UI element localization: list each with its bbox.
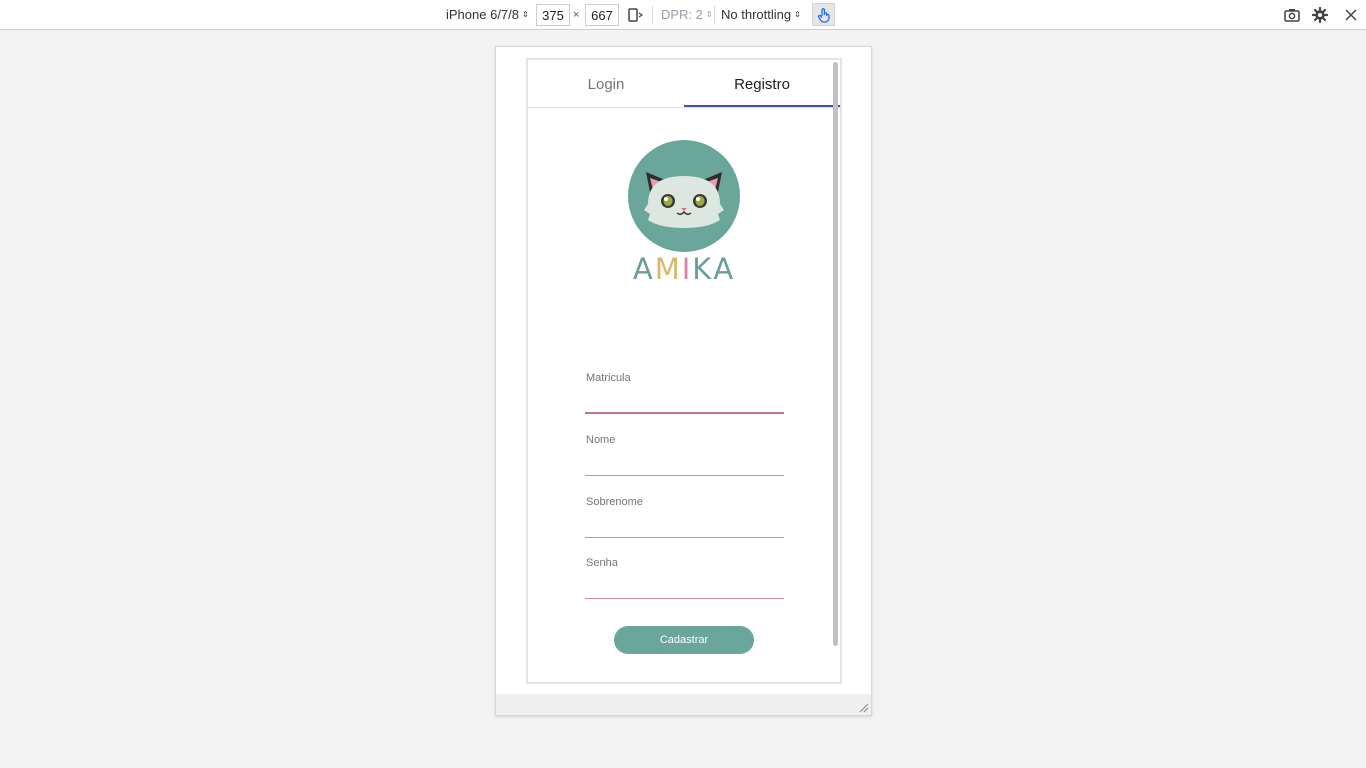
brand-letter: A [632, 252, 655, 286]
chevron-updown-icon: ⇕ [794, 9, 801, 19]
scrollbar[interactable] [833, 62, 838, 646]
tab-login[interactable]: Login [528, 60, 684, 108]
rotate-icon[interactable] [627, 0, 645, 29]
close-icon[interactable] [1341, 5, 1361, 25]
throttling-label: No throttling [721, 7, 792, 22]
throttling-select[interactable]: No throttling ⇕ [721, 0, 801, 29]
resize-handle-icon[interactable] [857, 701, 869, 713]
field-underline [585, 412, 784, 414]
tab-bar: Login Registro [528, 60, 840, 108]
field-underline [585, 598, 784, 599]
device-viewport: Login Registro AMIKA Matricula Nome Sobr… [495, 46, 872, 716]
brand-letter: M [654, 252, 682, 286]
width-input[interactable]: 375 [536, 4, 570, 26]
senha-field[interactable]: Senha [585, 557, 784, 599]
auth-card: Login Registro AMIKA Matricula Nome Sobr… [526, 58, 842, 684]
chevron-updown-icon: ⇕ [522, 9, 529, 19]
brand-letter: A [713, 252, 736, 286]
settings-icon[interactable] [1310, 5, 1330, 25]
field-underline [585, 475, 784, 476]
device-frame-footer [496, 694, 871, 715]
touch-icon[interactable] [812, 3, 835, 26]
dpr-label: DPR: 2 [661, 7, 703, 22]
device-select[interactable]: iPhone 6/7/8 ⇕ [446, 0, 529, 29]
brand-letter: K [692, 252, 714, 286]
field-underline [585, 537, 784, 538]
brand-letter: I [681, 252, 693, 286]
device-select-label: iPhone 6/7/8 [446, 7, 520, 22]
matricula-field[interactable]: Matricula [585, 372, 784, 414]
matricula-label: Matricula [586, 372, 631, 384]
dimension-separator: × [573, 9, 580, 21]
nome-field[interactable]: Nome [585, 434, 784, 476]
active-tab-indicator [684, 105, 840, 107]
sobrenome-label: Sobrenome [586, 496, 643, 508]
chevron-updown-icon: ⇕ [705, 9, 713, 19]
senha-label: Senha [586, 557, 618, 569]
toolbar-divider [714, 6, 715, 24]
brand-wordmark: AMIKA [528, 252, 840, 286]
dpr-select[interactable]: DPR: 2 ⇕ [661, 0, 713, 29]
nome-label: Nome [586, 434, 616, 446]
screenshot-icon[interactable] [1282, 5, 1302, 25]
height-input[interactable]: 667 [585, 4, 619, 26]
tab-registro[interactable]: Registro [684, 60, 840, 108]
cadastrar-button[interactable]: Cadastrar [614, 626, 754, 654]
devtools-device-toolbar: iPhone 6/7/8 ⇕ 375 × 667 DPR: 2 ⇕ No thr… [0, 0, 1366, 30]
sobrenome-field[interactable]: Sobrenome [585, 496, 784, 538]
cat-logo-icon [628, 140, 740, 252]
toolbar-divider [652, 6, 653, 24]
